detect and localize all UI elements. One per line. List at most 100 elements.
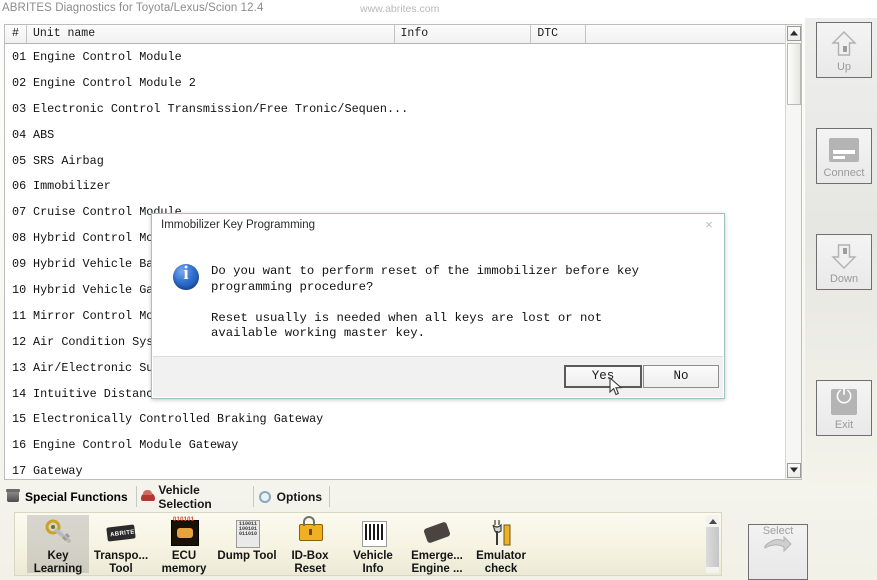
row-unit-name: Electronic Control Transmission/Free Tro…	[33, 101, 409, 116]
gear-icon	[258, 490, 273, 504]
function-label-line2: Learning	[33, 563, 83, 575]
function-emulator-check[interactable]: Emulator check	[470, 515, 532, 575]
connector-icon-shape	[829, 138, 859, 162]
row-index: 05	[12, 153, 27, 168]
row-index: 15	[12, 412, 27, 427]
row-index: 03	[12, 101, 27, 116]
table-row[interactable]: 01 Engine Control Module	[5, 44, 801, 70]
yes-button[interactable]: Yes	[564, 365, 642, 388]
scrollbar-thumb[interactable]	[787, 43, 801, 105]
special-functions-toolbar: KeyLearningTranspo...ToolECUmemoryDump T…	[14, 512, 722, 576]
toolbar-scrollbar-thumb[interactable]	[706, 527, 719, 567]
row-index: 16	[12, 438, 27, 453]
barcode-icon	[356, 518, 390, 548]
arrow-down-icon-svg	[831, 244, 857, 269]
toolbox-icon	[6, 488, 21, 504]
row-unit-name: Immobilizer	[33, 179, 111, 194]
row-index: 01	[12, 49, 27, 64]
row-index: 08	[12, 231, 27, 246]
caret-down-icon	[790, 467, 798, 472]
arrow-right-icon-svg	[764, 535, 792, 553]
row-index: 11	[12, 308, 27, 323]
key-icon	[41, 518, 75, 548]
tab-options[interactable]: Options	[254, 486, 330, 507]
function-label-line2: Info	[362, 563, 384, 575]
function-vehicle-info[interactable]: Vehicle Info	[342, 515, 404, 575]
function-label-line1: ECU	[171, 550, 197, 562]
car-icon	[141, 489, 155, 504]
info-icon	[173, 263, 199, 290]
dialog-body: Do you want to perform reset of the immo…	[152, 236, 724, 358]
table-row[interactable]: 06 Immobilizer	[5, 173, 801, 199]
tab-label: Special Functions	[25, 489, 128, 504]
tab-label: Options	[276, 489, 322, 504]
select-button[interactable]: Select	[748, 524, 808, 580]
row-unit-name: ABS	[33, 127, 55, 142]
row-index: 13	[12, 360, 27, 375]
power-icon	[817, 385, 871, 419]
ecu-memory-icon	[167, 514, 201, 548]
scroll-down-button[interactable]	[787, 463, 801, 478]
table-row[interactable]: 03 Electronic Control Transmission/Free T…	[5, 96, 801, 122]
exit-button[interactable]: Exit	[816, 380, 872, 436]
up-button[interactable]: Up	[816, 22, 872, 78]
row-unit-name: Engine Control Module	[33, 49, 182, 64]
column-header-unit-name[interactable]: Unit name	[27, 25, 395, 43]
function-label-line2: Reset	[294, 563, 326, 575]
column-header-dtc[interactable]: DTC	[531, 25, 587, 43]
function-ecu-memory[interactable]: ECUmemory	[153, 514, 215, 575]
row-index: 07	[12, 205, 27, 220]
no-button[interactable]: No	[643, 365, 719, 388]
tab-vehicle-selection[interactable]: Vehicle Selection	[137, 483, 254, 511]
wrench-icon	[484, 518, 518, 548]
function-label-line1: ID-Box	[291, 550, 329, 562]
down-button[interactable]: Down	[816, 234, 872, 290]
row-index: 14	[12, 386, 27, 401]
dialog-footer: Yes No	[153, 356, 723, 397]
tab-special-functions[interactable]: Special Functions	[2, 486, 137, 507]
table-row[interactable]: 05 SRS Airbag	[5, 148, 801, 174]
function-label-line1: Transpo...	[93, 550, 149, 562]
column-header-extra[interactable]	[586, 25, 801, 43]
application-window: ABRITES Diagnostics for Toyota/Lexus/Sci…	[0, 0, 877, 580]
up-button-label: Up	[836, 61, 852, 73]
function-label-line1: Vehicle	[353, 550, 393, 562]
immobilizer-dialog: Immobilizer Key Programming × Do you wan…	[151, 213, 725, 399]
scroll-up-button[interactable]	[787, 26, 801, 41]
function-label-line1: Key	[47, 550, 69, 562]
column-header-info[interactable]: Info	[395, 25, 532, 43]
row-index: 09	[12, 257, 27, 272]
command-sidebar: Up Connect Down Exit	[805, 18, 877, 483]
close-icon[interactable]: ×	[701, 218, 717, 232]
toolbar-scrollbar[interactable]	[706, 515, 719, 573]
function-id-box-reset[interactable]: ID-Box Reset	[279, 515, 341, 575]
transponder-icon	[104, 518, 138, 548]
row-index: 10	[12, 282, 27, 297]
dialog-title: Immobilizer Key Programming	[161, 219, 316, 231]
row-unit-name: Engine Control Module 2	[33, 75, 196, 90]
table-row[interactable]: 17 Gateway	[5, 458, 801, 479]
function-key-learning[interactable]: Key Learning	[27, 515, 89, 575]
caret-up-icon	[790, 30, 798, 35]
down-button-label: Down	[829, 273, 859, 285]
function-label-line2: check	[484, 563, 518, 575]
row-index: 06	[12, 179, 27, 194]
function-dump-tool[interactable]: Dump Tool	[216, 515, 278, 573]
arrow-up-icon-svg	[831, 31, 857, 56]
table-row[interactable]: 15 Electronically Controlled Braking Gate…	[5, 406, 801, 432]
toolbar-scroll-up-button[interactable]	[706, 515, 719, 526]
padlock-icon	[293, 516, 327, 548]
function-transpo-tool[interactable]: Transpo...Tool	[90, 515, 152, 575]
table-vertical-scrollbar[interactable]	[785, 25, 801, 479]
arrow-down-icon	[817, 239, 871, 273]
table-row[interactable]: 16 Engine Control Module Gateway	[5, 432, 801, 458]
tab-label: Vehicle Selection	[158, 482, 212, 511]
table-row[interactable]: 04 ABS	[5, 122, 801, 148]
function-emerge-engine[interactable]: Emerge... Engine ...	[405, 515, 469, 575]
function-label-line1: Dump Tool	[217, 550, 277, 562]
connect-button[interactable]: Connect	[816, 128, 872, 184]
column-header-index[interactable]: #	[5, 25, 27, 43]
table-row[interactable]: 02 Engine Control Module 2	[5, 70, 801, 96]
vendor-website: www.abrites.com	[360, 3, 440, 15]
mouse-cursor	[609, 376, 623, 397]
